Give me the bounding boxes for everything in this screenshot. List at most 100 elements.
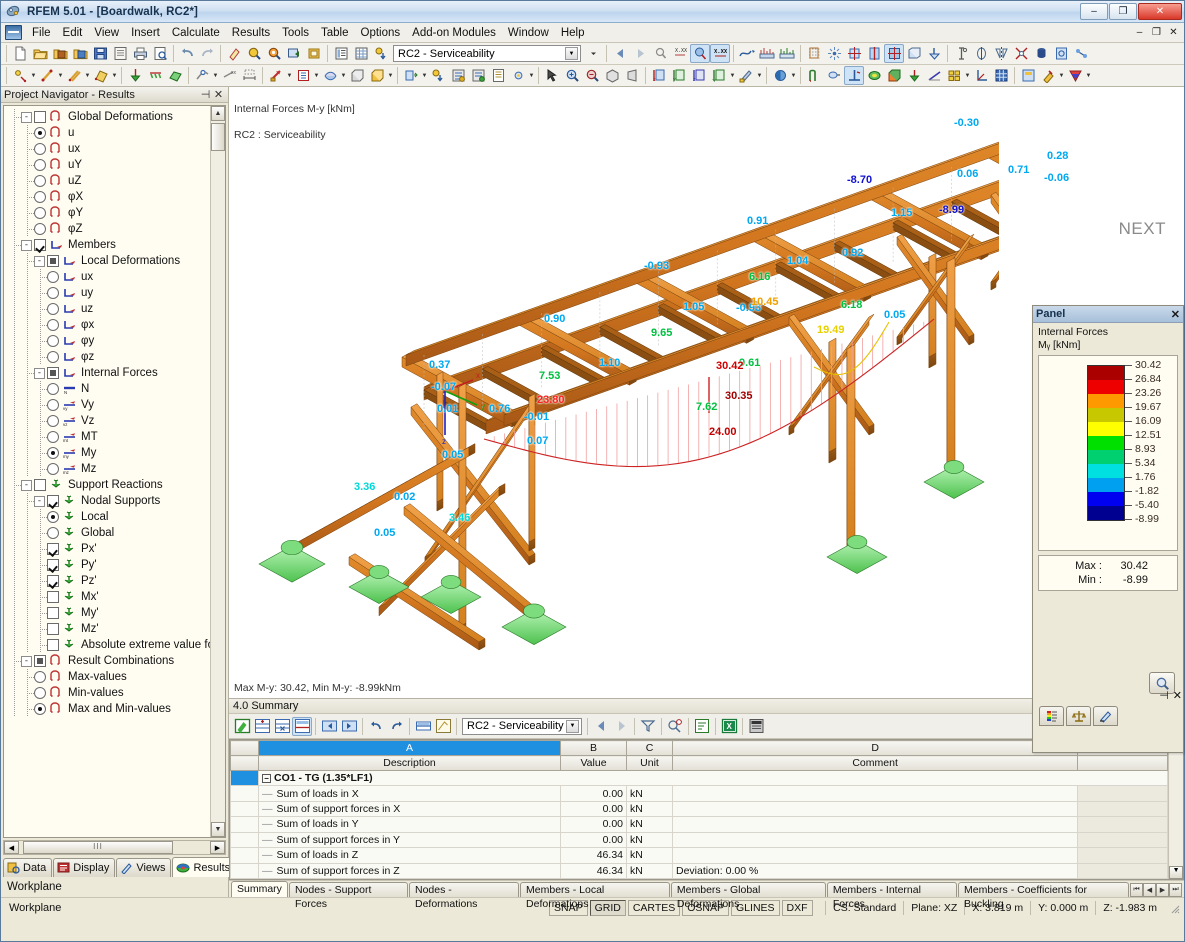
tree-item-y[interactable]: φY — [8, 205, 225, 221]
tree-radio-button[interactable] — [34, 703, 46, 715]
navigator-tab-results[interactable]: Results — [172, 857, 237, 877]
tree-checkbox[interactable] — [34, 479, 46, 491]
table-tab-members-coefficients-for-buckling[interactable]: Members - Coefficients for Buckling — [958, 882, 1130, 910]
grid-header-comment[interactable]: Comment — [671, 755, 1079, 771]
save-icon[interactable] — [90, 44, 110, 63]
table-filter-icon[interactable] — [638, 717, 658, 736]
cross-section-icon[interactable] — [951, 44, 971, 63]
table-row[interactable]: — Sum of support forces in X 0.00 kN — [230, 800, 1169, 818]
cell-value[interactable]: 0.00 — [560, 785, 627, 802]
chevron-down-icon[interactable]: ▼ — [565, 47, 578, 60]
document-close-button[interactable]: ✕ — [1166, 25, 1181, 40]
result-sections-icon[interactable] — [777, 44, 797, 63]
row-header[interactable] — [230, 785, 259, 802]
menu-item-insert[interactable]: Insert — [125, 25, 166, 41]
zoom-in-icon[interactable] — [562, 66, 582, 85]
scroll-down-arrow-icon[interactable]: ▼ — [211, 822, 225, 837]
cell-unit[interactable]: kN — [626, 816, 673, 833]
print-preview-icon[interactable] — [150, 44, 170, 63]
zoom-window-icon[interactable] — [244, 44, 264, 63]
tree-radio-button[interactable] — [47, 447, 59, 459]
zoom-out-icon[interactable] — [582, 66, 602, 85]
tree-expander[interactable]: - — [34, 495, 45, 507]
resize-grip-icon[interactable] — [1168, 902, 1180, 914]
table-scroll-down-icon[interactable]: ▼ — [1169, 866, 1183, 879]
tree-checkbox[interactable] — [47, 607, 59, 619]
numeric-values-icon[interactable]: X.XX — [710, 44, 730, 63]
tree-radio-button[interactable] — [47, 271, 59, 283]
cell-comment[interactable] — [671, 831, 1079, 849]
printout-report-icon[interactable] — [488, 66, 508, 85]
show-solid-results-icon[interactable] — [884, 66, 904, 85]
tree-checkbox[interactable] — [47, 559, 59, 571]
open-example-icon[interactable] — [50, 44, 70, 63]
menu-item-view[interactable]: View — [88, 25, 125, 41]
table-calc-icon[interactable] — [433, 717, 453, 736]
tree-item-px[interactable]: Px' — [8, 541, 225, 557]
tab-next-icon[interactable]: ▶ — [1156, 883, 1169, 897]
model-grid-icon[interactable] — [804, 44, 824, 63]
insert-member-icon[interactable] — [37, 66, 57, 85]
generate-icon[interactable] — [1051, 44, 1071, 63]
grid-snap-icon[interactable] — [824, 44, 844, 63]
cell-value[interactable]: 46.34 — [560, 862, 627, 879]
insert-surface-support-icon[interactable] — [165, 66, 185, 85]
tree-radio-button[interactable] — [47, 319, 59, 331]
navigator-horizontal-scrollbar[interactable]: ◀ III ▶ — [3, 840, 226, 855]
navigator-tab-views[interactable]: Views — [116, 858, 172, 877]
show-result-values-grid-icon[interactable] — [944, 66, 964, 85]
table-tab-nodes-support-forces[interactable]: Nodes - Support Forces — [288, 882, 408, 910]
table-redo-icon[interactable] — [386, 717, 406, 736]
table-prev-case-icon[interactable] — [591, 717, 611, 736]
mirror-icon[interactable] — [991, 44, 1011, 63]
table-undo-icon[interactable] — [366, 717, 386, 736]
tree-item-vy[interactable]: vy Vy — [8, 397, 225, 413]
load-case-selector-icon[interactable] — [371, 44, 391, 63]
support-display-icon[interactable] — [924, 44, 944, 63]
table-grid-icon[interactable] — [351, 44, 371, 63]
cell-comment[interactable] — [671, 816, 1079, 833]
insert-nodal-support-icon[interactable] — [125, 66, 145, 85]
tree-radio-button[interactable] — [34, 191, 46, 203]
table-tab-nodes-deformations[interactable]: Nodes - Deformations — [408, 882, 520, 910]
cell-description[interactable]: — Sum of loads in X — [258, 785, 561, 802]
insert-member-set-icon[interactable] — [64, 66, 84, 85]
row-header[interactable] — [230, 769, 259, 787]
menu-item-tools[interactable]: Tools — [276, 25, 315, 41]
row-header[interactable] — [230, 862, 259, 879]
result-diagram-values-icon[interactable]: X.XX — [670, 44, 690, 63]
tree-item-absolute-extreme-value-for[interactable]: Absolute extreme value for — [8, 637, 225, 653]
color-scheme-icon[interactable] — [1038, 66, 1058, 85]
cell-unit[interactable]: kN — [626, 831, 673, 849]
tree-radio-button[interactable] — [47, 511, 59, 523]
view-in-y-icon[interactable]: y — [669, 66, 689, 85]
document-minimize-button[interactable]: – — [1132, 25, 1147, 40]
tree-item-uy[interactable]: uy — [8, 285, 225, 301]
scroll-thumb[interactable] — [211, 123, 225, 151]
menu-item-help[interactable]: Help — [555, 25, 591, 41]
insert-eccentricity-icon[interactable]: xx — [219, 66, 239, 85]
tab-prev-icon[interactable]: ◀ — [1143, 883, 1156, 897]
view-in-minus-y-icon[interactable]: -y — [709, 66, 729, 85]
cell-value[interactable]: 0.00 — [560, 800, 627, 818]
tree-item-z[interactable]: φz — [8, 349, 225, 365]
surface-display-icon[interactable] — [884, 44, 904, 63]
menu-item-window[interactable]: Window — [502, 25, 555, 41]
row-header[interactable] — [230, 800, 259, 818]
tree-item-ux[interactable]: ux — [8, 269, 225, 285]
tree-item-global[interactable]: Global — [8, 525, 225, 541]
menu-item-options[interactable]: Options — [355, 25, 407, 41]
cell-unit[interactable]: kN — [626, 800, 673, 818]
tree-radio-button[interactable] — [47, 287, 59, 299]
chevron-down-icon[interactable]: ▼ — [528, 68, 535, 84]
connect-members-icon[interactable] — [1071, 44, 1091, 63]
insert-solid-load-icon[interactable] — [367, 66, 387, 85]
grid-header-value[interactable]: Value — [560, 755, 627, 771]
display-properties-icon[interactable] — [1018, 66, 1038, 85]
chevron-down-icon[interactable]: ▼ — [387, 68, 394, 84]
menu-item-calculate[interactable]: Calculate — [166, 25, 226, 41]
tree-radio-button[interactable] — [47, 303, 59, 315]
rotate-view-icon[interactable] — [971, 44, 991, 63]
tree-radio-button[interactable] — [34, 223, 46, 235]
grid-col-letter-c[interactable]: C — [626, 740, 673, 756]
